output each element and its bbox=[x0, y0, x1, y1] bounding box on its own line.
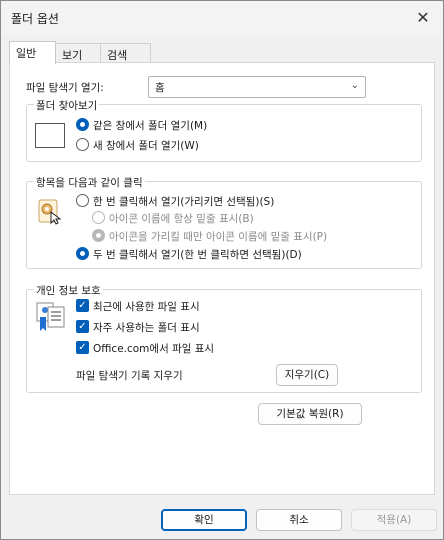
title-bar: 폴더 옵션 ✕ bbox=[1, 1, 443, 35]
restore-defaults-button[interactable]: 기본값 복원(R) bbox=[258, 403, 362, 425]
checkbox-office-files[interactable]: ✓ bbox=[76, 341, 89, 354]
privacy-title: 개인 정보 보호 bbox=[34, 283, 103, 298]
cancel-button[interactable]: 취소 bbox=[256, 509, 342, 531]
tab-search[interactable]: 검색 bbox=[100, 43, 151, 63]
option-same-window-label[interactable]: 같은 창에서 폴더 열기(M) bbox=[93, 118, 207, 133]
office-files-label[interactable]: Office.com에서 파일 표시 bbox=[93, 341, 214, 356]
chevron-down-icon: ⌄ bbox=[350, 80, 359, 91]
radio-single-click[interactable] bbox=[76, 194, 89, 207]
checkbox-frequent-folders[interactable]: ✓ bbox=[76, 320, 89, 333]
underline-hover-label[interactable]: 아이콘을 가리킬 때만 아이콘 이름에 밑줄 표시(P) bbox=[109, 229, 327, 244]
radio-same-window[interactable] bbox=[76, 118, 89, 131]
privacy-icon bbox=[36, 299, 68, 333]
close-icon[interactable]: ✕ bbox=[403, 1, 443, 33]
radio-double-click[interactable] bbox=[76, 247, 89, 260]
single-click-label[interactable]: 한 번 클릭해서 열기(가리키면 선택됨)(S) bbox=[93, 194, 274, 209]
radio-new-window[interactable] bbox=[76, 138, 89, 151]
clear-history-label: 파일 탐색기 기록 지우기 bbox=[76, 370, 183, 382]
explorer-open-value: 홈 bbox=[155, 82, 165, 94]
window-icon bbox=[35, 123, 65, 148]
window-title: 폴더 옵션 bbox=[11, 12, 59, 26]
browse-folders-title: 폴더 찾아보기 bbox=[34, 98, 100, 113]
pointer-hand-icon bbox=[37, 199, 63, 225]
underline-always-label[interactable]: 아이콘 이름에 항상 밑줄 표시(B) bbox=[109, 211, 254, 226]
frequent-folders-label[interactable]: 자주 사용하는 폴더 표시 bbox=[93, 320, 200, 335]
tab-general[interactable]: 일반 bbox=[9, 41, 56, 64]
radio-underline-always[interactable] bbox=[92, 211, 105, 224]
click-items-title: 항목을 다음과 같이 클릭 bbox=[34, 175, 145, 190]
tab-view[interactable]: 보기 bbox=[55, 43, 101, 63]
apply-button[interactable]: 적용(A) bbox=[351, 509, 437, 531]
checkbox-recent-files[interactable]: ✓ bbox=[76, 299, 89, 312]
recent-files-label[interactable]: 최근에 사용한 파일 표시 bbox=[93, 299, 200, 314]
explorer-open-select[interactable]: 홈 ⌄ bbox=[148, 76, 366, 98]
folder-options-window: 폴더 옵션 ✕ 일반 보기 검색 파일 탐색기 열기: 홈 ⌄ 폴더 찾아보기 … bbox=[0, 0, 444, 540]
general-panel: 파일 탐색기 열기: 홈 ⌄ 폴더 찾아보기 같은 창에서 폴더 열기(M) 새… bbox=[9, 62, 435, 495]
clear-history-button[interactable]: 지우기(C) bbox=[276, 364, 338, 386]
option-new-window-label[interactable]: 새 창에서 폴더 열기(W) bbox=[93, 138, 199, 153]
radio-underline-hover[interactable] bbox=[92, 229, 105, 242]
double-click-label[interactable]: 두 번 클릭해서 열기(한 번 클릭하면 선택됨)(D) bbox=[93, 247, 302, 262]
ok-button[interactable]: 확인 bbox=[161, 509, 247, 531]
explorer-open-label: 파일 탐색기 열기: bbox=[26, 82, 104, 94]
